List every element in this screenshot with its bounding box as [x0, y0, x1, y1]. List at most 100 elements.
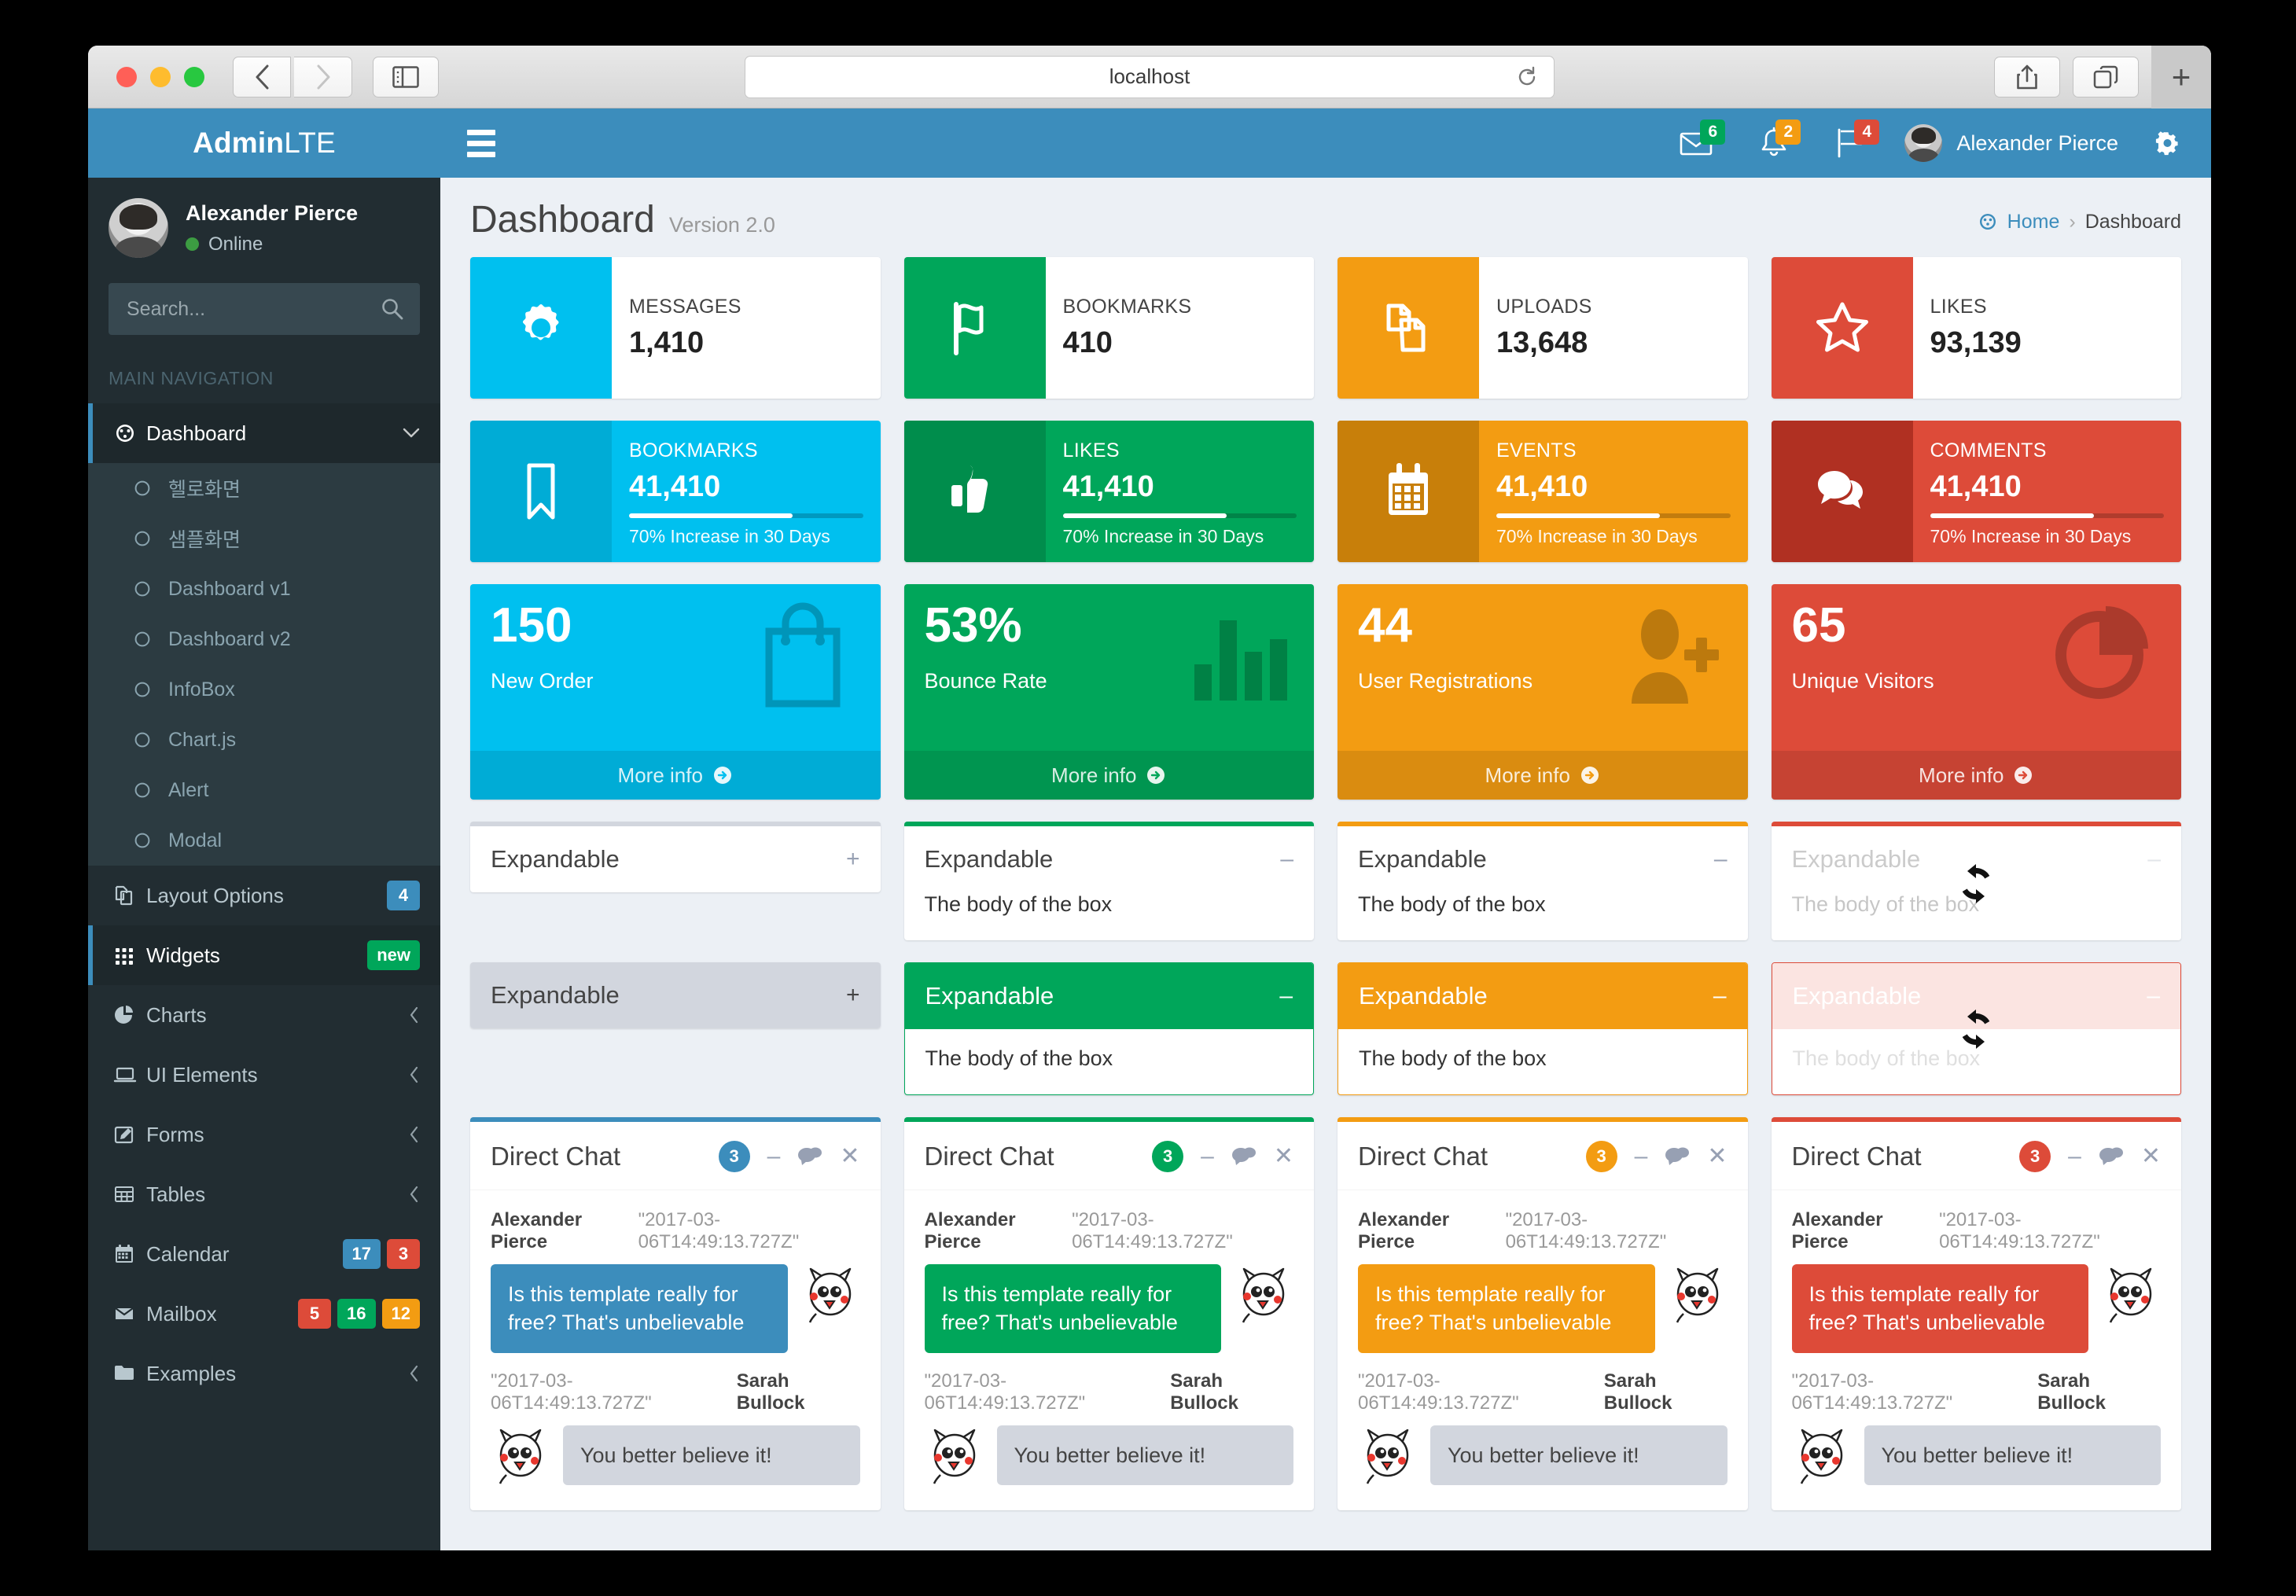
table-icon	[113, 1183, 146, 1205]
sidebar-subitem-infobox[interactable]: InfoBox	[88, 664, 440, 715]
sidebar-subitem-chartjs[interactable]: Chart.js	[88, 715, 440, 765]
collapse-chat-button[interactable]: –	[2068, 1145, 2081, 1168]
maximize-window-button[interactable]	[184, 66, 204, 87]
new-tab-button[interactable]: +	[2151, 46, 2211, 108]
back-button[interactable]	[233, 56, 291, 97]
info-box-value: 1,410	[629, 326, 705, 359]
avatar	[491, 1425, 550, 1485]
sidebar-subitem-dashboard-v2[interactable]: Dashboard v2	[88, 614, 440, 664]
avatar	[1358, 1425, 1418, 1485]
small-box-footer-link[interactable]: More info	[470, 751, 881, 800]
address-bar[interactable]: localhost	[745, 55, 1555, 98]
contacts-icon[interactable]	[1665, 1146, 1690, 1168]
user-menu-button[interactable]: Alexander Pierce	[1890, 108, 2139, 178]
message-timestamp: "2017-03-06T14:49:13.727Z"	[1072, 1209, 1233, 1252]
small-box-footer-link[interactable]: More info	[1337, 751, 1748, 800]
small-box-user-registrations[interactable]: 44 User Registrations More info	[1337, 584, 1748, 800]
search-input[interactable]	[109, 283, 420, 335]
info-box-label: COMMENTS	[1930, 439, 2047, 462]
small-box-bounce-rate[interactable]: 53% Bounce Rate More info	[903, 584, 1314, 800]
box-tools: –	[1280, 848, 1293, 871]
collapse-box-button[interactable]: –	[1714, 848, 1728, 871]
breadcrumb-item-home[interactable]: Home	[2007, 211, 2060, 234]
info-box-value: 41,410	[1930, 469, 2022, 503]
sidebar-item-label: Mailbox	[146, 1301, 217, 1326]
sidebar-subitem-dashboard-v1[interactable]: Dashboard v1	[88, 564, 440, 614]
info-box-messages[interactable]: MESSAGES 1,410	[470, 257, 881, 399]
expandable-box-1: Expandable +	[470, 822, 881, 892]
circle-icon	[134, 731, 168, 748]
info-box-likes[interactable]: LIKES 93,139	[1771, 257, 2181, 399]
info-box-comments-progress[interactable]: COMMENTS 41,410 70% Increase in 30 Days	[1771, 421, 2181, 562]
contacts-icon[interactable]	[1231, 1146, 1257, 1168]
sidebar-subitem-alert[interactable]: Alert	[88, 765, 440, 815]
expandable-box-4: Expandable – The body of the box	[1771, 822, 2181, 940]
collapse-chat-button[interactable]: –	[1635, 1145, 1648, 1168]
search-button[interactable]	[376, 292, 409, 325]
minimize-window-button[interactable]	[150, 66, 171, 87]
close-chat-button[interactable]: ✕	[1707, 1145, 1727, 1168]
messages-menu-button[interactable]: 6	[1656, 108, 1736, 178]
notifications-menu-button[interactable]: 2	[1736, 108, 1812, 178]
close-chat-button[interactable]: ✕	[2141, 1145, 2161, 1168]
close-window-button[interactable]	[116, 66, 137, 87]
collapse-box-button[interactable]: –	[1279, 984, 1293, 1008]
expand-box-button[interactable]: +	[846, 984, 860, 1007]
sidebar-subitem-label: Alert	[168, 778, 209, 801]
info-box-bookmarks[interactable]: BOOKMARKS 410	[903, 257, 1314, 399]
direct-chat-col: Direct Chat 3 – ✕ Alexander Pierce "2017…	[1337, 1117, 1748, 1511]
breadcrumb-item-dashboard: Dashboard	[2084, 210, 2181, 233]
sidebar-item-examples[interactable]: Examples	[88, 1344, 440, 1403]
progress-description: 70% Increase in 30 Days	[629, 525, 830, 546]
window-traffic-lights	[116, 66, 204, 87]
sidebar-item-calendar[interactable]: Calendar 17 3	[88, 1224, 440, 1284]
contacts-icon[interactable]	[2099, 1146, 2124, 1168]
info-box-events-progress[interactable]: EVENTS 41,410 70% Increase in 30 Days	[1337, 421, 1748, 562]
info-box-likes-progress[interactable]: LIKES 41,410 70% Increase in 30 Days	[903, 421, 1314, 562]
sidebar-item-forms[interactable]: Forms	[88, 1105, 440, 1164]
tasks-menu-button[interactable]: 4	[1812, 108, 1890, 178]
small-box-unique-visitors[interactable]: 65 Unique Visitors More info	[1771, 584, 2181, 800]
share-button[interactable]	[1994, 56, 2060, 97]
sidebar-item-tables[interactable]: Tables	[88, 1164, 440, 1224]
contacts-icon[interactable]	[797, 1146, 822, 1168]
collapse-chat-button[interactable]: –	[767, 1145, 781, 1168]
browser-right-tools: +	[1994, 46, 2211, 108]
info-box-bookmarks-progress[interactable]: BOOKMARKS 41,410 70% Increase in 30 Days	[470, 421, 881, 562]
sidebar-subitem-modal[interactable]: Modal	[88, 815, 440, 866]
sidebar-subitem-hello[interactable]: 헬로화면	[88, 463, 440, 513]
status-badge: 3	[387, 1239, 420, 1269]
sidebar-item-widgets[interactable]: Widgets new	[88, 925, 440, 985]
control-sidebar-button[interactable]	[2139, 108, 2187, 178]
small-box-footer-link[interactable]: More info	[903, 751, 1314, 800]
sidebar-subitem-label: 헬로화면	[168, 479, 241, 501]
message-row: Is this template really for free? That's…	[1358, 1264, 1728, 1353]
info-box-uploads[interactable]: UPLOADS 13,648	[1337, 257, 1748, 399]
sidebar-item-dashboard[interactable]: Dashboard	[88, 403, 440, 463]
close-chat-button[interactable]: ✕	[1274, 1145, 1293, 1168]
small-box-footer-link[interactable]: More info	[1771, 751, 2181, 800]
sidebar-item-ui-elements[interactable]: UI Elements	[88, 1045, 440, 1105]
direct-chat-box-3: Direct Chat 3 – ✕ Alexander Pierce "2017…	[1337, 1117, 1748, 1511]
sidebar-item-label: Calendar	[146, 1241, 230, 1266]
show-tabs-button[interactable]	[2073, 56, 2139, 97]
sidebar-toggle-button[interactable]	[467, 129, 495, 157]
chat-body: Alexander Pierce "2017-03-06T14:49:13.72…	[470, 1190, 881, 1510]
small-box-new-order[interactable]: 150 New Order More info	[470, 584, 881, 800]
sidebar-subitem-sample[interactable]: 샘플화면	[88, 513, 440, 564]
show-sidebar-button[interactable]	[373, 56, 439, 97]
collapse-box-button[interactable]: –	[1280, 848, 1293, 871]
collapse-chat-button[interactable]: –	[1201, 1145, 1214, 1168]
close-chat-button[interactable]: ✕	[840, 1145, 859, 1168]
sidebar-item-charts[interactable]: Charts	[88, 985, 440, 1045]
reload-icon[interactable]	[1516, 66, 1538, 88]
collapse-box-button[interactable]: –	[1713, 984, 1727, 1008]
sidebar-item-layout-options[interactable]: Layout Options 4	[88, 866, 440, 925]
content-wrapper: 6 2 4 Alexander Pierce Dashboard Version…	[440, 108, 2211, 1550]
expand-box-button[interactable]: +	[846, 848, 860, 871]
expandable-box-2: Expandable – The body of the box	[903, 822, 1314, 940]
forward-button[interactable]	[294, 56, 352, 97]
app-logo[interactable]: Admin LTE	[88, 108, 440, 178]
sidebar-item-mailbox[interactable]: Mailbox 5 16 12	[88, 1284, 440, 1344]
flag-icon	[903, 257, 1046, 399]
